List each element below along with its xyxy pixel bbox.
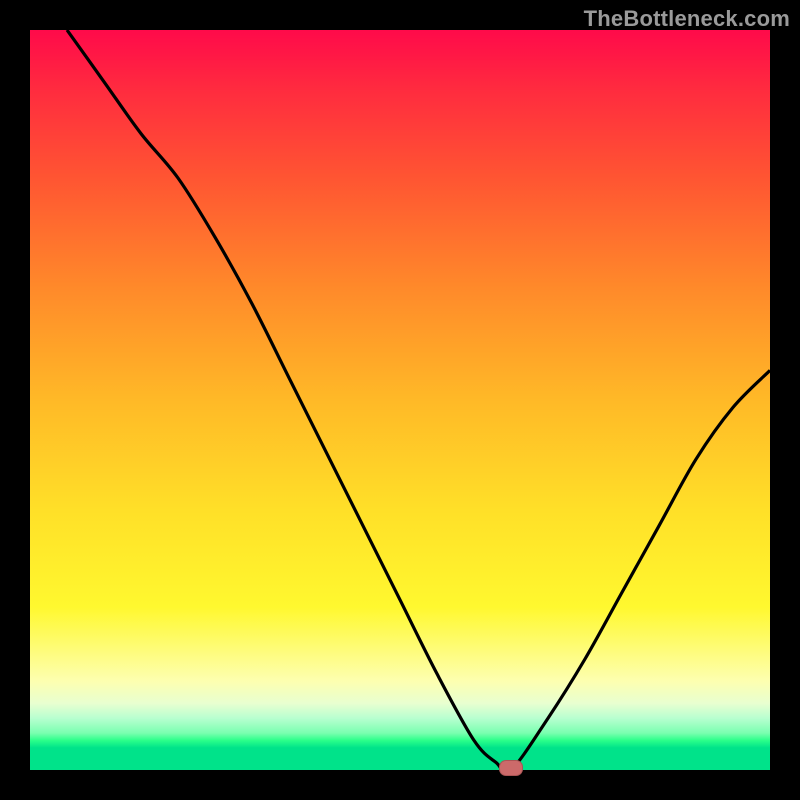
plot-area bbox=[30, 30, 770, 770]
bottleneck-curve-path bbox=[67, 30, 770, 770]
chart-container: TheBottleneck.com bbox=[0, 0, 800, 800]
line-chart bbox=[30, 30, 770, 770]
watermark-label: TheBottleneck.com bbox=[584, 6, 790, 32]
bottleneck-marker bbox=[499, 760, 523, 776]
